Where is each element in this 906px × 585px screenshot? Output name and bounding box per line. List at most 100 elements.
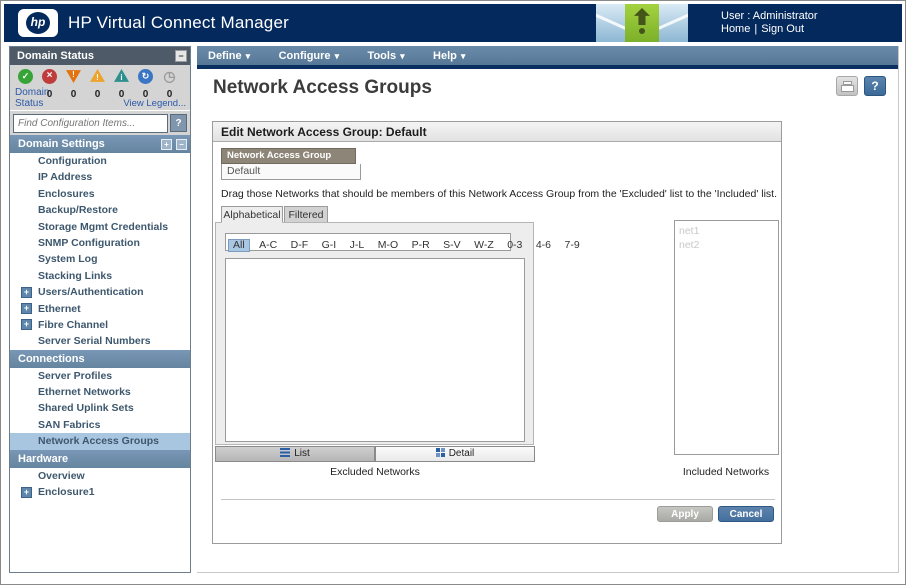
cancel-button[interactable]: Cancel: [718, 506, 774, 522]
filter-j-l[interactable]: J-L: [346, 239, 369, 252]
expand-all-button[interactable]: +: [161, 139, 172, 150]
hp-logo-text: hp: [26, 12, 50, 34]
list-view-button[interactable]: List: [215, 446, 375, 462]
domain-status-title: Domain Status: [17, 50, 94, 62]
print-button[interactable]: [836, 76, 858, 96]
grid-icon: [436, 448, 445, 457]
help-button[interactable]: ?: [864, 76, 886, 96]
section-header-connections[interactable]: Connections: [10, 350, 190, 368]
tab-alphabetical[interactable]: Alphabetical: [221, 206, 283, 223]
menu-configure[interactable]: Configure▾: [268, 47, 352, 66]
collapse-all-button[interactable]: −: [176, 139, 187, 150]
expand-icon[interactable]: +: [21, 319, 32, 330]
sidebar-item-label: Shared Uplink Sets: [38, 402, 134, 414]
section-header-hardware[interactable]: Hardware: [10, 450, 190, 468]
sidebar-item-fibre-channel[interactable]: + Fibre Channel: [10, 317, 190, 333]
sidebar-item-enclosure1[interactable]: + Enclosure1: [10, 484, 190, 500]
filter-d-f[interactable]: D-F: [287, 239, 313, 252]
page-title: Network Access Groups: [213, 77, 432, 99]
search-help-button[interactable]: ?: [170, 114, 187, 132]
menu-define[interactable]: Define▾: [197, 47, 263, 66]
sidebar-item-label: Users/Authentication: [38, 286, 144, 298]
list-icon: [280, 448, 290, 457]
sidebar-item-configuration[interactable]: Configuration: [10, 153, 190, 169]
section-title: Domain Settings: [18, 138, 105, 150]
filter-p-r[interactable]: P-R: [408, 239, 434, 252]
menu-label: Tools: [368, 50, 397, 62]
menubar: Define▾ Configure▾ Tools▾ Help▾: [197, 46, 898, 65]
expand-icon[interactable]: +: [21, 303, 32, 314]
detail-view-button[interactable]: Detail: [375, 446, 535, 462]
menu-label: Help: [433, 50, 457, 62]
sidebar-item-label: Overview: [38, 470, 85, 482]
filter-a-c[interactable]: A-C: [255, 239, 281, 252]
sidebar-item-label: Server Serial Numbers: [38, 335, 151, 347]
filter-g-i[interactable]: G-I: [318, 239, 341, 252]
sidebar-item-label: Backup/Restore: [38, 204, 118, 216]
section-header-domain-settings[interactable]: Domain Settings + −: [10, 135, 190, 153]
menu-help[interactable]: Help▾: [422, 47, 478, 66]
home-link[interactable]: Home: [721, 23, 750, 35]
sidebar-item-label: Stacking Links: [38, 270, 112, 282]
sidebar-item-label: Server Profiles: [38, 370, 112, 382]
sidebar-item-san-fabrics[interactable]: SAN Fabrics: [10, 417, 190, 433]
collapse-panel-button[interactable]: −: [175, 50, 187, 62]
sign-out-link[interactable]: Sign Out: [761, 23, 804, 35]
chevron-down-icon: ▾: [400, 51, 405, 61]
sidebar-item-server-profiles[interactable]: Server Profiles: [10, 368, 190, 384]
sidebar-item-label: Network Access Groups: [38, 435, 159, 447]
sidebar-item-shared-uplink-sets[interactable]: Shared Uplink Sets: [10, 400, 190, 416]
sidebar-item-users-authentication[interactable]: + Users/Authentication: [10, 284, 190, 300]
sidebar-item-label: Ethernet: [38, 303, 81, 315]
link-separator: |: [754, 23, 757, 35]
sidebar-item-label: Storage Mgmt Credentials: [38, 221, 168, 233]
sidebar-item-ip-address[interactable]: IP Address: [10, 169, 190, 185]
expand-icon[interactable]: +: [21, 487, 32, 498]
expand-icon[interactable]: +: [21, 287, 32, 298]
alphabetical-tab-content: All A-C D-F G-I J-L M-O P-R S-V W-Z 0-3 …: [215, 222, 534, 445]
filter-w-z[interactable]: W-Z: [470, 239, 498, 252]
app-header: hp HP Virtual Connect Manager User : Adm…: [4, 4, 902, 42]
excluded-networks-list[interactable]: [225, 258, 525, 442]
find-configuration-input[interactable]: [13, 114, 168, 133]
status-ok-icon: ✓: [18, 69, 33, 84]
status-info-icon: i: [114, 69, 129, 83]
sidebar-item-backup-restore[interactable]: Backup/Restore: [10, 202, 190, 218]
view-legend-link[interactable]: View Legend...: [123, 98, 186, 109]
menu-tools[interactable]: Tools▾: [357, 47, 418, 66]
section-title: Connections: [18, 353, 85, 365]
sidebar-item-overview[interactable]: Overview: [10, 468, 190, 484]
hp-virtual-connect-manager-window: hp HP Virtual Connect Manager User : Adm…: [0, 0, 906, 585]
filter-7-9[interactable]: 7-9: [560, 239, 583, 252]
filter-4-6[interactable]: 4-6: [532, 239, 555, 252]
menu-label: Configure: [279, 50, 331, 62]
chevron-down-icon: ▾: [246, 51, 251, 61]
sidebar-item-storage-mgmt-credentials[interactable]: Storage Mgmt Credentials: [10, 219, 190, 235]
included-network-item[interactable]: net2: [679, 238, 774, 252]
sidebar-item-enclosures[interactable]: Enclosures: [10, 186, 190, 202]
sidebar-item-ethernet-networks[interactable]: Ethernet Networks: [10, 384, 190, 400]
included-networks-label: Included Networks: [646, 466, 806, 478]
status-count: 0: [90, 89, 105, 100]
detail-view-label: Detail: [449, 448, 475, 459]
sidebar-item-stacking-links[interactable]: Stacking Links: [10, 268, 190, 284]
sidebar-item-server-serial-numbers[interactable]: Server Serial Numbers: [10, 333, 190, 349]
app-title: HP Virtual Connect Manager: [68, 13, 289, 33]
filter-all[interactable]: All: [228, 239, 250, 252]
sidebar-item-snmp-configuration[interactable]: SNMP Configuration: [10, 235, 190, 251]
apply-button[interactable]: Apply: [657, 506, 713, 522]
included-network-item[interactable]: net1: [679, 224, 774, 238]
tab-filtered[interactable]: Filtered: [284, 206, 328, 223]
sidebar-search-row: ?: [10, 111, 190, 135]
domain-status-panel-header: Domain Status −: [10, 47, 190, 65]
sidebar-item-ethernet[interactable]: + Ethernet: [10, 301, 190, 317]
sidebar-item-system-log[interactable]: System Log: [10, 251, 190, 267]
filter-0-3[interactable]: 0-3: [503, 239, 526, 252]
list-view-label: List: [294, 448, 310, 459]
filter-s-v[interactable]: S-V: [439, 239, 465, 252]
sidebar-item-network-access-groups[interactable]: Network Access Groups: [10, 433, 190, 449]
filter-m-o[interactable]: M-O: [374, 239, 402, 252]
section-title: Hardware: [18, 453, 68, 465]
included-networks-list[interactable]: net1 net2: [674, 220, 779, 455]
domain-status-body: ✓ × ! ! i ↻ ◷ Domain Status 0 0 0 0 0 0 …: [10, 65, 190, 111]
